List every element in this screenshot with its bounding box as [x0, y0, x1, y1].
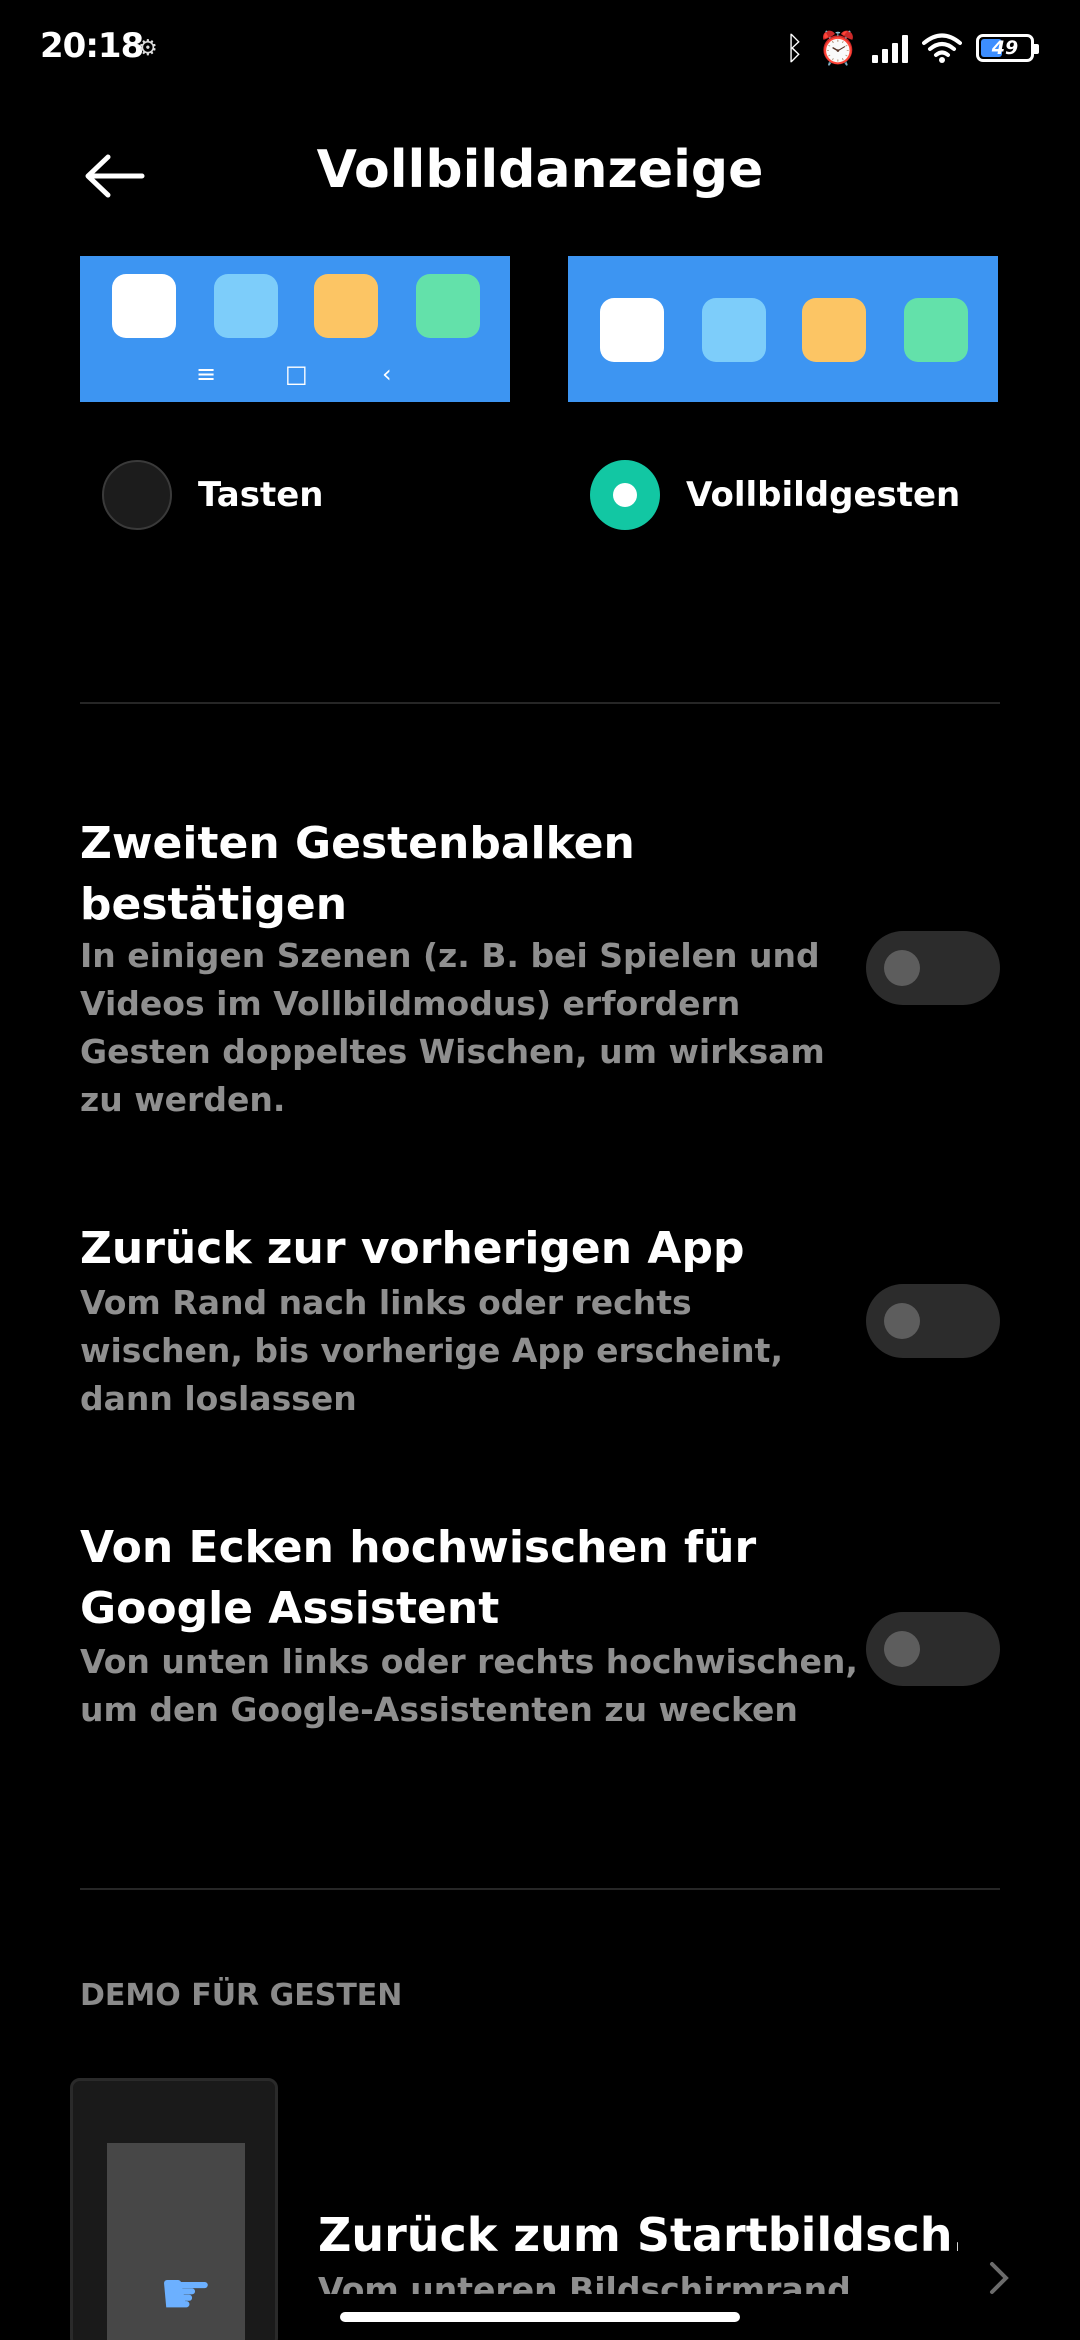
- status-icons: ᛒ ⏰ 49: [784, 26, 1039, 70]
- menu-key-icon: ≡: [196, 360, 217, 388]
- radio-label: Vollbildgesten: [686, 475, 961, 515]
- back-key-icon: ‹: [382, 360, 392, 388]
- toggle-previous-app[interactable]: [866, 1284, 1000, 1358]
- toggle-knob: [884, 1631, 920, 1667]
- setting-title: Zweiten Gestenbalken bestätigen: [80, 818, 635, 930]
- radio-button-selected[interactable]: [590, 460, 660, 530]
- divider: [80, 1888, 1000, 1890]
- gestures-preview-image[interactable]: [568, 256, 998, 402]
- status-bar: 20:18 ⚙ ᛒ ⏰ 49: [0, 0, 1080, 95]
- setting-description: In einigen Szenen (z. B. bei Spielen und…: [80, 936, 825, 1119]
- section-header: DEMO FÜR GESTEN: [80, 1978, 403, 2013]
- signal-icon: [872, 33, 908, 63]
- battery-level: 49: [991, 37, 1019, 59]
- page-title: Vollbildanzeige: [316, 140, 764, 200]
- setting-description: Von unten links oder rechts hochwischen,…: [80, 1642, 858, 1729]
- radio-label: Tasten: [198, 475, 324, 515]
- toggle-knob: [884, 950, 920, 986]
- bluetooth-icon: ᛒ: [784, 29, 805, 67]
- alarm-icon: ⏰: [818, 29, 858, 67]
- wifi-icon: [922, 33, 962, 63]
- toggle-knob: [884, 1303, 920, 1339]
- toggle-google-assistant[interactable]: [866, 1612, 1000, 1686]
- screen: 20:18 ⚙ ᛒ ⏰ 49 Vollbildanzeige ≡ □ ‹ Tas…: [0, 0, 1080, 2340]
- demo-thumbnail[interactable]: ☛: [70, 2078, 278, 2340]
- radio-option-tasten[interactable]: Tasten: [102, 460, 324, 530]
- demo-item-title[interactable]: Zurück zum Startbildsch..: [318, 2208, 958, 2262]
- divider: [80, 702, 1000, 704]
- home-indicator[interactable]: [340, 2312, 740, 2322]
- battery-icon: 49: [976, 34, 1039, 62]
- demo-item-subtitle: Vom unteren Bildschirmrand: [318, 2272, 851, 2294]
- notification-icon: ⚙: [138, 36, 158, 61]
- chevron-right-icon[interactable]: [984, 2258, 1014, 2298]
- setting-title: Von Ecken hochwischen für Google Assiste…: [80, 1522, 757, 1634]
- setting-title: Zurück zur vorherigen App: [80, 1223, 745, 1274]
- status-time: 20:18: [40, 26, 144, 66]
- radio-button[interactable]: [102, 460, 172, 530]
- home-key-icon: □: [285, 360, 308, 388]
- radio-option-vollbildgesten[interactable]: Vollbildgesten: [590, 460, 960, 530]
- hand-gesture-icon: ☛: [159, 2259, 213, 2329]
- toggle-confirm-gesture-bar[interactable]: [866, 931, 1000, 1005]
- buttons-preview-image[interactable]: ≡ □ ‹: [80, 256, 510, 402]
- setting-description: Vom Rand nach links oder rechts wischen,…: [80, 1283, 783, 1418]
